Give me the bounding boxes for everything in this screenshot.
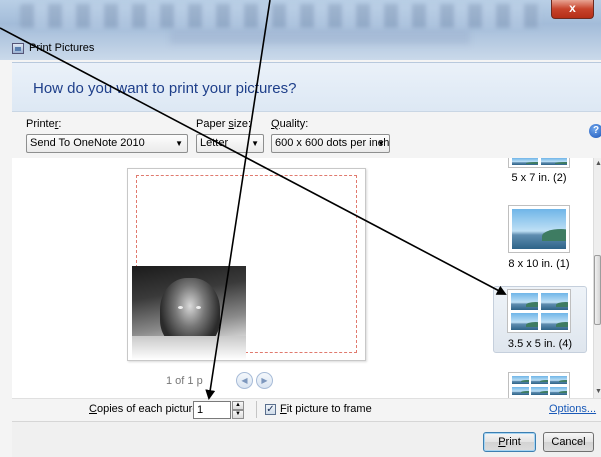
paper-size-value: Letter: [200, 137, 229, 149]
layout-label-8x10[interactable]: 8 x 10 in. (1): [494, 258, 584, 270]
layout-label-3x5[interactable]: 3.5 x 5 in. (4): [495, 338, 585, 350]
layout-thumb-3x5[interactable]: [507, 289, 571, 333]
layout-thumb-5x7[interactable]: [508, 158, 570, 168]
layout-list: [490, 158, 593, 398]
fit-picture-label[interactable]: Fit picture to frame: [280, 403, 372, 415]
divider: [256, 401, 257, 418]
copies-input[interactable]: 1: [193, 401, 231, 419]
page-heading: How do you want to print your pictures?: [33, 80, 297, 97]
next-page-button[interactable]: ▶: [256, 372, 273, 389]
layout-thumb-8x10[interactable]: [508, 205, 570, 253]
quality-label: Quality:: [271, 118, 309, 130]
fit-picture-checkbox[interactable]: ✓: [265, 404, 276, 415]
printer-select[interactable]: Send To OneNote 2010 ▼: [26, 134, 188, 153]
printer-label: Printer:: [26, 118, 62, 130]
title-row: Print Pictures: [12, 40, 94, 56]
window-title: Print Pictures: [29, 42, 95, 54]
chevron-down-icon: ▼: [377, 139, 385, 148]
wolf-photo-preview: [132, 266, 246, 360]
page-counter: 1 of 1 p: [166, 375, 203, 387]
cancel-button[interactable]: Cancel: [543, 432, 594, 452]
spin-up-icon[interactable]: ▲: [232, 401, 244, 410]
printer-value: Send To OneNote 2010: [30, 137, 145, 149]
quality-select[interactable]: 600 x 600 dots per inch ▼: [271, 134, 390, 153]
chevron-down-icon: ▼: [251, 139, 259, 148]
blurred-background-ribbon: [20, 4, 540, 28]
spin-down-icon[interactable]: ▼: [232, 410, 244, 419]
chevron-down-icon: ▼: [175, 139, 183, 148]
options-link[interactable]: Options...: [549, 403, 596, 415]
blurred-background-ribbon-2: [170, 30, 470, 44]
quality-value: 600 x 600 dots per inch: [275, 137, 390, 149]
close-button[interactable]: x: [551, 0, 594, 19]
print-pictures-dialog: x Print Pictures How do you want to prin…: [0, 0, 601, 457]
paper-size-label: Paper size:: [196, 118, 252, 130]
layout-label-5x7[interactable]: 5 x 7 in. (2): [494, 172, 584, 184]
print-pictures-icon: [12, 42, 24, 54]
previous-page-button[interactable]: ◀: [236, 372, 253, 389]
print-button[interactable]: Print: [483, 432, 536, 452]
help-icon[interactable]: ?: [589, 124, 601, 138]
paper-size-select[interactable]: Letter ▼: [196, 134, 264, 153]
copies-label: Copies of each picture:: [89, 403, 202, 415]
scroll-up-icon[interactable]: ▲: [595, 160, 601, 167]
layout-thumb-wallet[interactable]: [508, 372, 570, 398]
heading-panel: How do you want to print your pictures?: [12, 62, 601, 112]
scrollbar-thumb[interactable]: [594, 255, 601, 325]
scroll-down-icon[interactable]: ▼: [595, 388, 601, 395]
